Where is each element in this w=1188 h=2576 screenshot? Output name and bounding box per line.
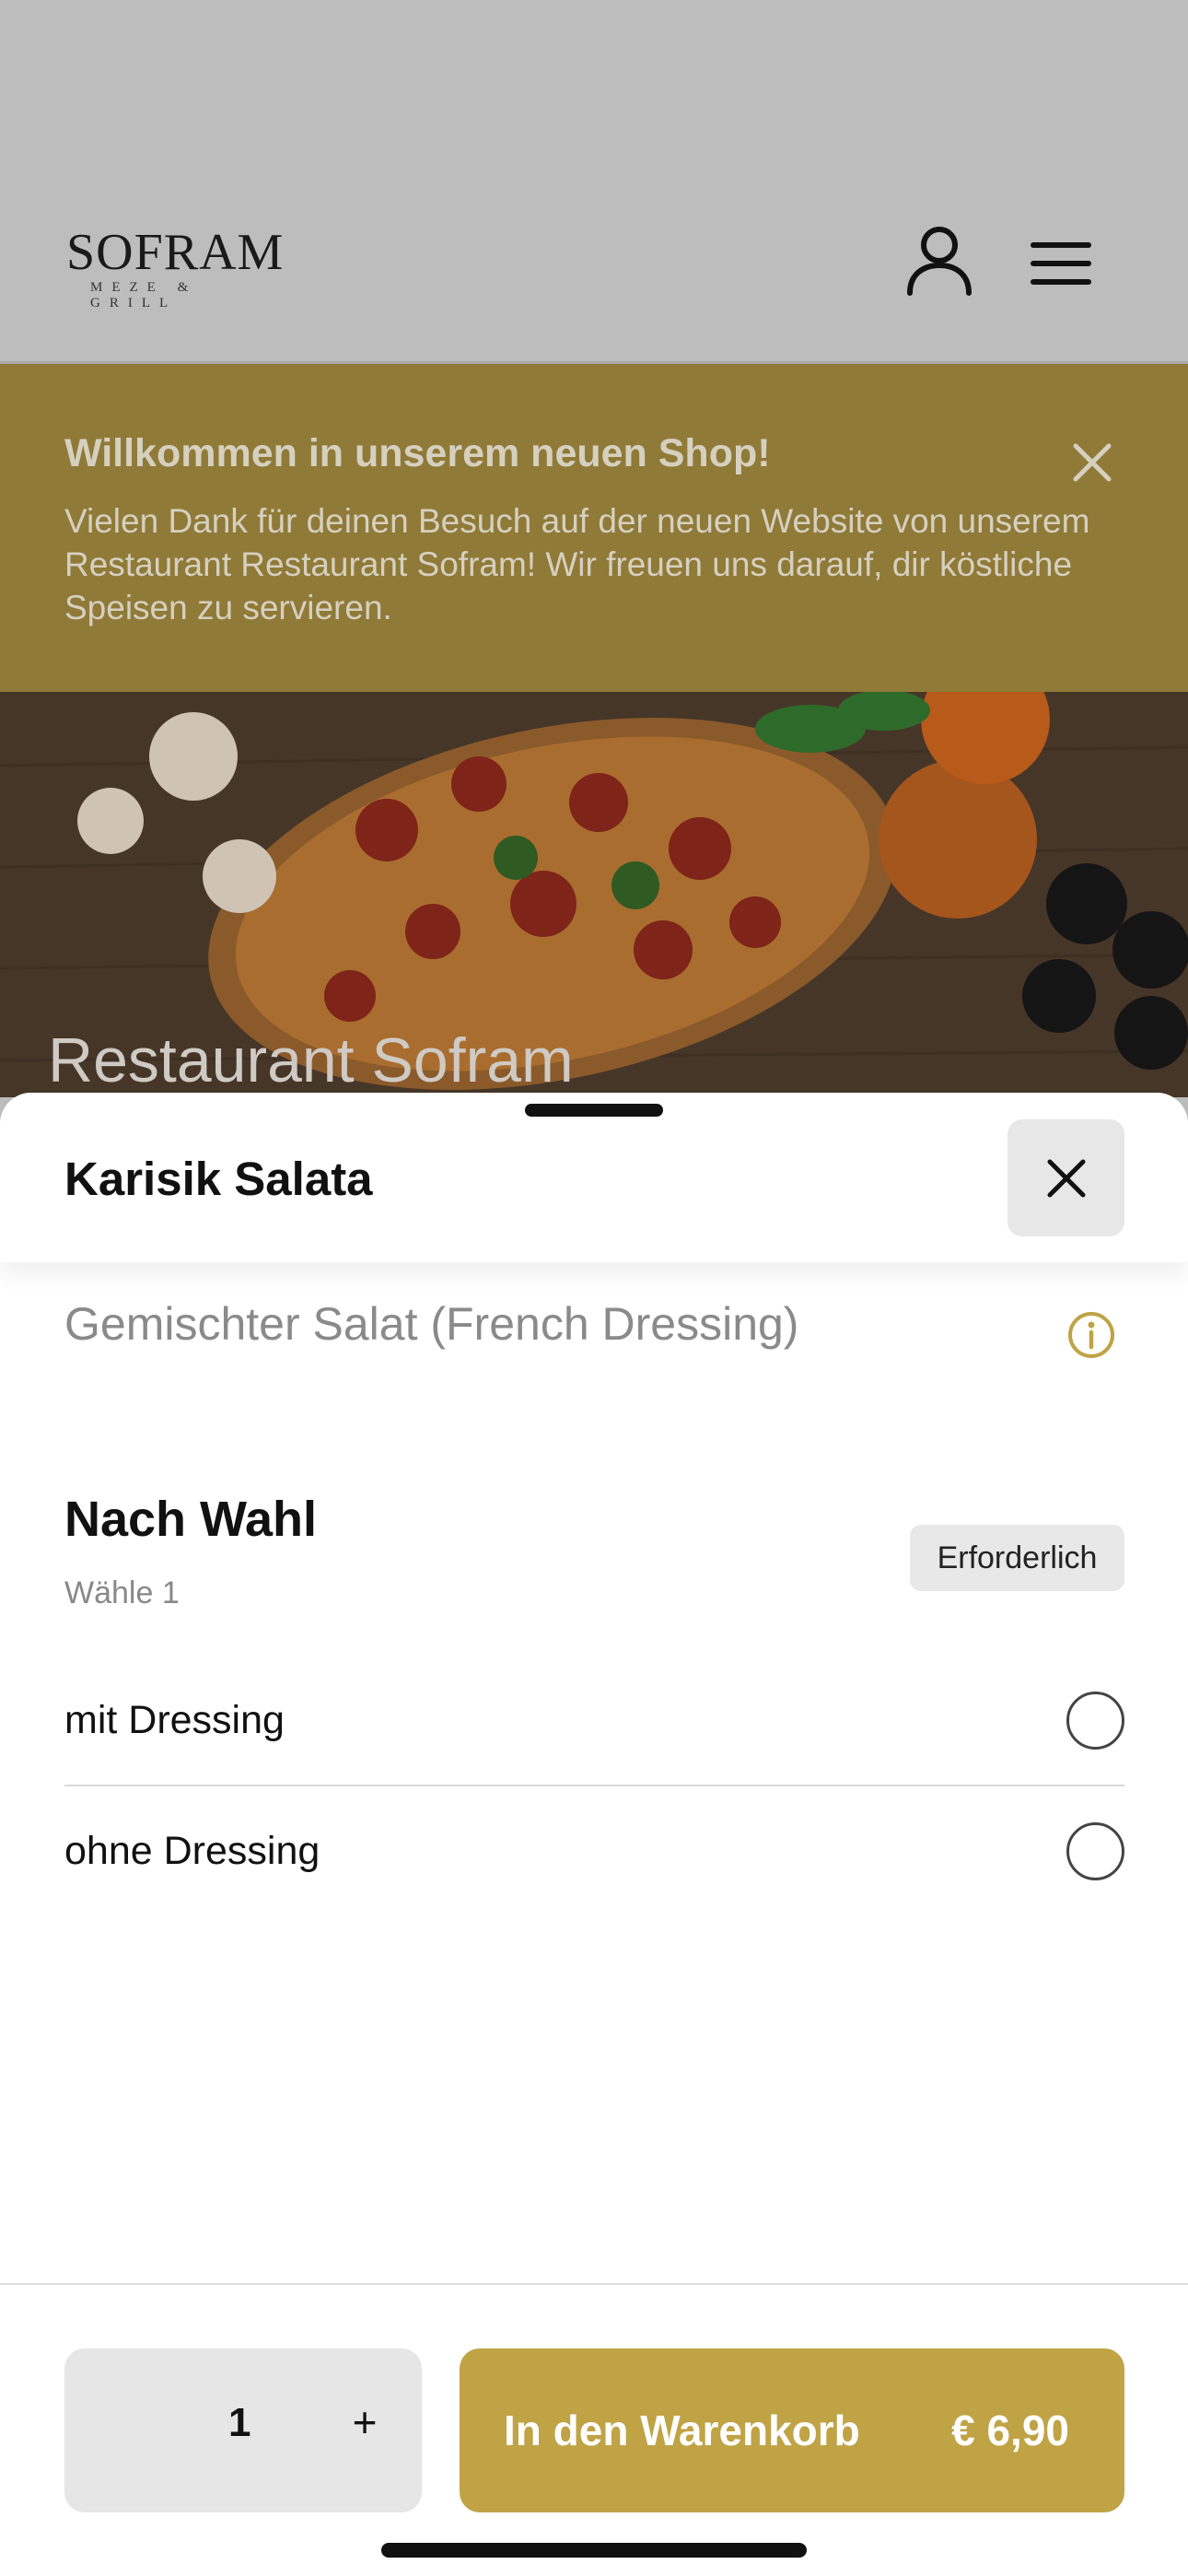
product-description: Gemischter Salat (French Dressing) [64, 1298, 799, 1350]
hamburger-menu-icon [1031, 242, 1091, 285]
close-icon [1047, 1159, 1085, 1197]
sheet-close-button[interactable] [1007, 1119, 1124, 1236]
quantity-value: 1 [228, 2400, 251, 2445]
quantity-plus-button[interactable]: + [337, 2395, 392, 2450]
user-icon [907, 227, 972, 296]
option-mit-dressing[interactable]: mit Dressing [64, 1656, 1124, 1785]
info-icon [1068, 1312, 1114, 1358]
radio-button[interactable] [1066, 1691, 1124, 1750]
banner-close-button[interactable] [1066, 437, 1118, 488]
close-icon [1073, 443, 1112, 482]
hero-title: Restaurant Sofram [48, 1025, 574, 1095]
logo-wordmark: SOFRAM [66, 224, 285, 281]
banner-text: Vielen Dank für deinen Besuch auf der ne… [64, 502, 1090, 626]
required-badge: Erforderlich [910, 1525, 1124, 1591]
menu-button[interactable] [1028, 236, 1096, 291]
add-to-cart-button[interactable]: In den Warenkorb € 6,90 [460, 2348, 1124, 2512]
option-label: ohne Dressing [64, 1828, 320, 1873]
product-info-button[interactable] [1066, 1310, 1116, 1360]
radio-button[interactable] [1066, 1821, 1124, 1880]
banner-title: Willkommen in unserem neuen Shop! [64, 431, 771, 475]
logo-tagline: MEZE & GRILL [90, 280, 198, 310]
option-ohne-dressing[interactable]: ohne Dressing [64, 1786, 1124, 1915]
option-group-title: Nach Wahl [64, 1492, 318, 1547]
product-title: Karisik Salata [64, 1153, 373, 1205]
option-label: mit Dressing [64, 1697, 285, 1742]
soferam-logo[interactable]: SOFRAM MEZE & GRILL [66, 224, 287, 310]
sheet-grabber[interactable] [525, 1104, 663, 1117]
user-account-button[interactable] [903, 225, 976, 299]
quantity-stepper: 1 + [64, 2348, 422, 2512]
footer-divider [0, 2283, 1188, 2285]
add-to-cart-label: In den Warenkorb [504, 2406, 860, 2454]
price-label: € 6,90 [951, 2406, 1069, 2454]
home-indicator[interactable] [381, 2543, 807, 2558]
option-group-subtitle: Wähle 1 [64, 1575, 180, 1610]
